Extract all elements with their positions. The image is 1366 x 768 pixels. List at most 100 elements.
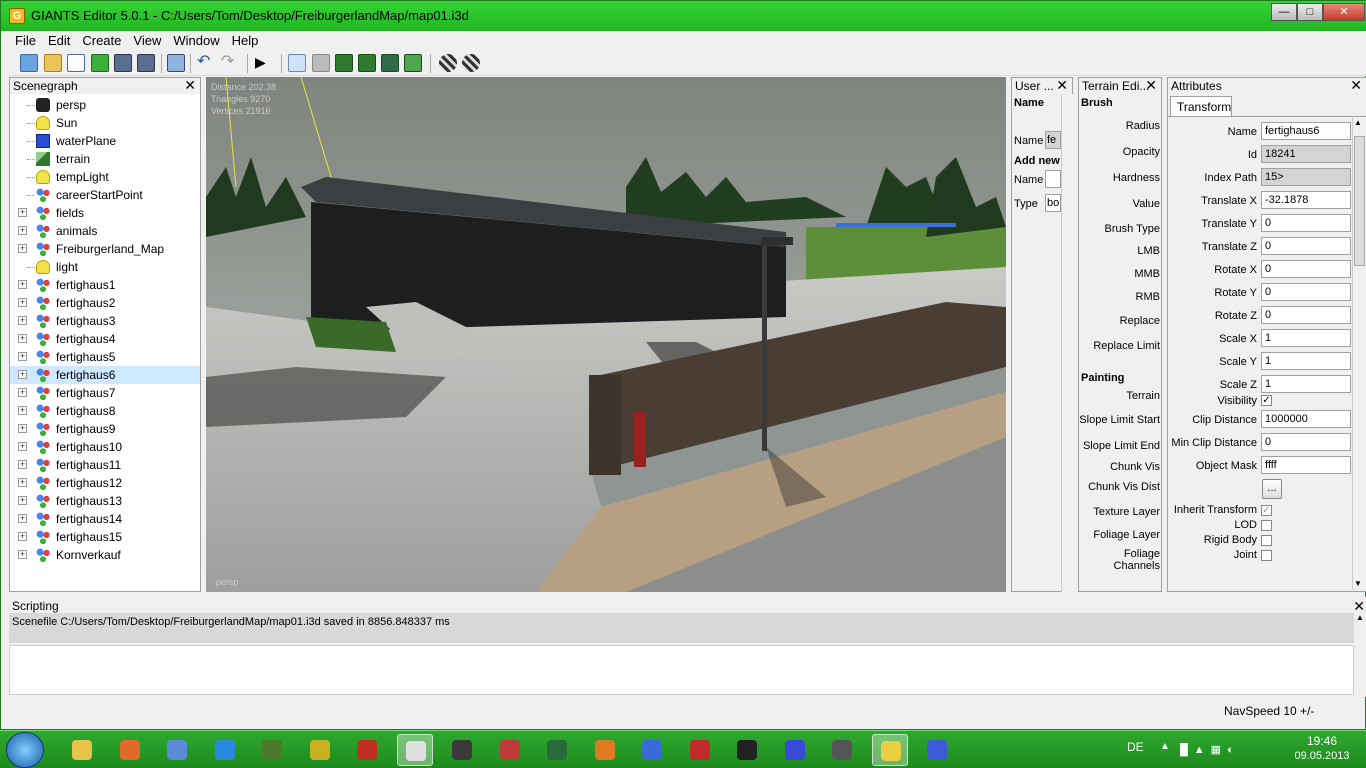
- expand-icon[interactable]: +: [18, 388, 27, 397]
- user-panel-scrollbar[interactable]: [1061, 94, 1073, 592]
- expand-icon[interactable]: +: [18, 424, 27, 433]
- scenegraph-row-selected[interactable]: + fertighaus6: [10, 366, 200, 384]
- expand-icon[interactable]: +: [18, 208, 27, 217]
- document-icon[interactable]: [67, 54, 85, 72]
- joint-checkbox[interactable]: [1261, 550, 1272, 561]
- object-mask-edit-button[interactable]: ...: [1262, 479, 1282, 499]
- clock-date[interactable]: 09.05.2013: [1284, 750, 1360, 762]
- lod-checkbox[interactable]: [1261, 520, 1272, 531]
- scale-y-input[interactable]: 1: [1261, 352, 1351, 370]
- menu-help[interactable]: Help: [226, 31, 265, 48]
- scenegraph-row[interactable]: + fertighaus10: [10, 438, 200, 456]
- expand-icon[interactable]: +: [18, 226, 27, 235]
- scenegraph-row[interactable]: waterPlane: [10, 132, 200, 150]
- maximize-button[interactable]: □: [1297, 3, 1323, 21]
- rigid-body-checkbox[interactable]: [1261, 535, 1272, 546]
- clip-distance-input[interactable]: 1000000: [1261, 410, 1351, 428]
- menu-view[interactable]: View: [127, 31, 167, 48]
- scenegraph-row[interactable]: + fertighaus15: [10, 528, 200, 546]
- expand-icon[interactable]: +: [18, 550, 27, 559]
- menu-edit[interactable]: Edit: [42, 31, 76, 48]
- add-new-type-select[interactable]: bo: [1045, 194, 1061, 212]
- expand-icon[interactable]: +: [18, 244, 27, 253]
- expand-icon[interactable]: +: [18, 514, 27, 523]
- import-icon[interactable]: [167, 54, 185, 72]
- menu-file[interactable]: File: [9, 31, 42, 48]
- expand-icon[interactable]: +: [18, 334, 27, 343]
- foliage-paint-icon[interactable]: [404, 54, 422, 72]
- scenegraph-row[interactable]: terrain: [10, 150, 200, 168]
- expand-icon[interactable]: +: [18, 460, 27, 469]
- close-icon[interactable]: ✕: [1145, 78, 1157, 93]
- name-input[interactable]: fertighaus6: [1261, 122, 1351, 140]
- media-player-icon[interactable]: [112, 734, 148, 766]
- close-icon[interactable]: ✕: [184, 78, 196, 93]
- translate-z-input[interactable]: 0: [1261, 237, 1351, 255]
- scenegraph-row[interactable]: + fertighaus1: [10, 276, 200, 294]
- inherit-transform-checkbox[interactable]: ✓: [1261, 505, 1272, 516]
- close-button[interactable]: ✕: [1323, 3, 1365, 21]
- inkscape-icon[interactable]: [824, 734, 860, 766]
- blender-icon[interactable]: [587, 734, 623, 766]
- scenegraph-row[interactable]: + fertighaus14: [10, 510, 200, 528]
- scroll-up-icon[interactable]: ▲: [1356, 613, 1364, 622]
- scale-z-input[interactable]: 1: [1261, 375, 1351, 393]
- translate-y-input[interactable]: 0: [1261, 214, 1351, 232]
- close-icon[interactable]: ✕: [1056, 78, 1068, 93]
- tray-icons[interactable]: █▲▦◐: [1180, 743, 1250, 757]
- undo-icon[interactable]: ↶: [197, 54, 215, 72]
- tractor-icon[interactable]: [444, 734, 480, 766]
- scenegraph-row[interactable]: + fertighaus3: [10, 312, 200, 330]
- scenegraph-row[interactable]: tempLight: [10, 168, 200, 186]
- scenegraph-row[interactable]: light: [10, 258, 200, 276]
- menu-window[interactable]: Window: [167, 31, 225, 48]
- tray-expand-icon[interactable]: ▲: [1160, 741, 1170, 752]
- reload-icon[interactable]: [91, 54, 109, 72]
- scenegraph-row[interactable]: + fertighaus2: [10, 294, 200, 312]
- rotate-x-input[interactable]: 0: [1261, 260, 1351, 278]
- scenegraph-row[interactable]: + fertighaus4: [10, 330, 200, 348]
- scrollbar-thumb[interactable]: [1354, 136, 1365, 266]
- scroll-up-icon[interactable]: ▲: [1354, 118, 1362, 127]
- quad-icon[interactable]: [682, 734, 718, 766]
- rotate-y-input[interactable]: 0: [1261, 283, 1351, 301]
- terrain-sculpt-icon[interactable]: [335, 54, 353, 72]
- tab-transform[interactable]: Transform: [1170, 96, 1232, 116]
- expand-icon[interactable]: +: [18, 442, 27, 451]
- min-clip-distance-input[interactable]: 0: [1261, 433, 1351, 451]
- 2-icon[interactable]: [729, 734, 765, 766]
- scenegraph-row[interactable]: + fertighaus11: [10, 456, 200, 474]
- scenegraph-row[interactable]: + animals: [10, 222, 200, 240]
- messenger-icon[interactable]: [777, 734, 813, 766]
- render-icon[interactable]: [439, 54, 457, 72]
- close-icon[interactable]: ✕: [1350, 78, 1362, 93]
- clock-time[interactable]: 19:46: [1290, 734, 1354, 748]
- menu-create[interactable]: Create: [76, 31, 127, 48]
- select-mode-icon[interactable]: [288, 54, 306, 72]
- object-mask-input[interactable]: ffff: [1261, 456, 1351, 474]
- expand-icon[interactable]: +: [18, 532, 27, 541]
- translate-x-input[interactable]: -32.1878: [1261, 191, 1351, 209]
- redo-icon[interactable]: ↷: [221, 54, 239, 72]
- save-as-icon[interactable]: [137, 54, 155, 72]
- scale-x-input[interactable]: 1: [1261, 329, 1351, 347]
- play-icon[interactable]: ▶: [255, 54, 273, 72]
- scenegraph-row[interactable]: careerStartPoint: [10, 186, 200, 204]
- start-button[interactable]: [6, 732, 44, 768]
- minecraft-icon[interactable]: [254, 734, 290, 766]
- expand-icon[interactable]: +: [18, 370, 27, 379]
- visibility-checkbox[interactable]: ✓: [1261, 395, 1272, 406]
- terrain-smooth-icon[interactable]: [381, 54, 399, 72]
- language-indicator[interactable]: DE: [1127, 740, 1144, 754]
- add-new-name-input[interactable]: [1045, 170, 1061, 188]
- script-input[interactable]: [9, 645, 1354, 695]
- expand-icon[interactable]: +: [18, 280, 27, 289]
- rotate-z-input[interactable]: 0: [1261, 306, 1351, 324]
- scenegraph-row[interactable]: + fields: [10, 204, 200, 222]
- title-bar[interactable]: G GIANTS Editor 5.0.1 - C:/Users/Tom/Des…: [1, 1, 1366, 31]
- scenegraph-row[interactable]: Sun: [10, 114, 200, 132]
- magnet-icon[interactable]: [312, 54, 330, 72]
- expand-icon[interactable]: +: [18, 298, 27, 307]
- windows-explorer-icon[interactable]: [64, 734, 100, 766]
- scenegraph-row[interactable]: + Kornverkauf: [10, 546, 200, 564]
